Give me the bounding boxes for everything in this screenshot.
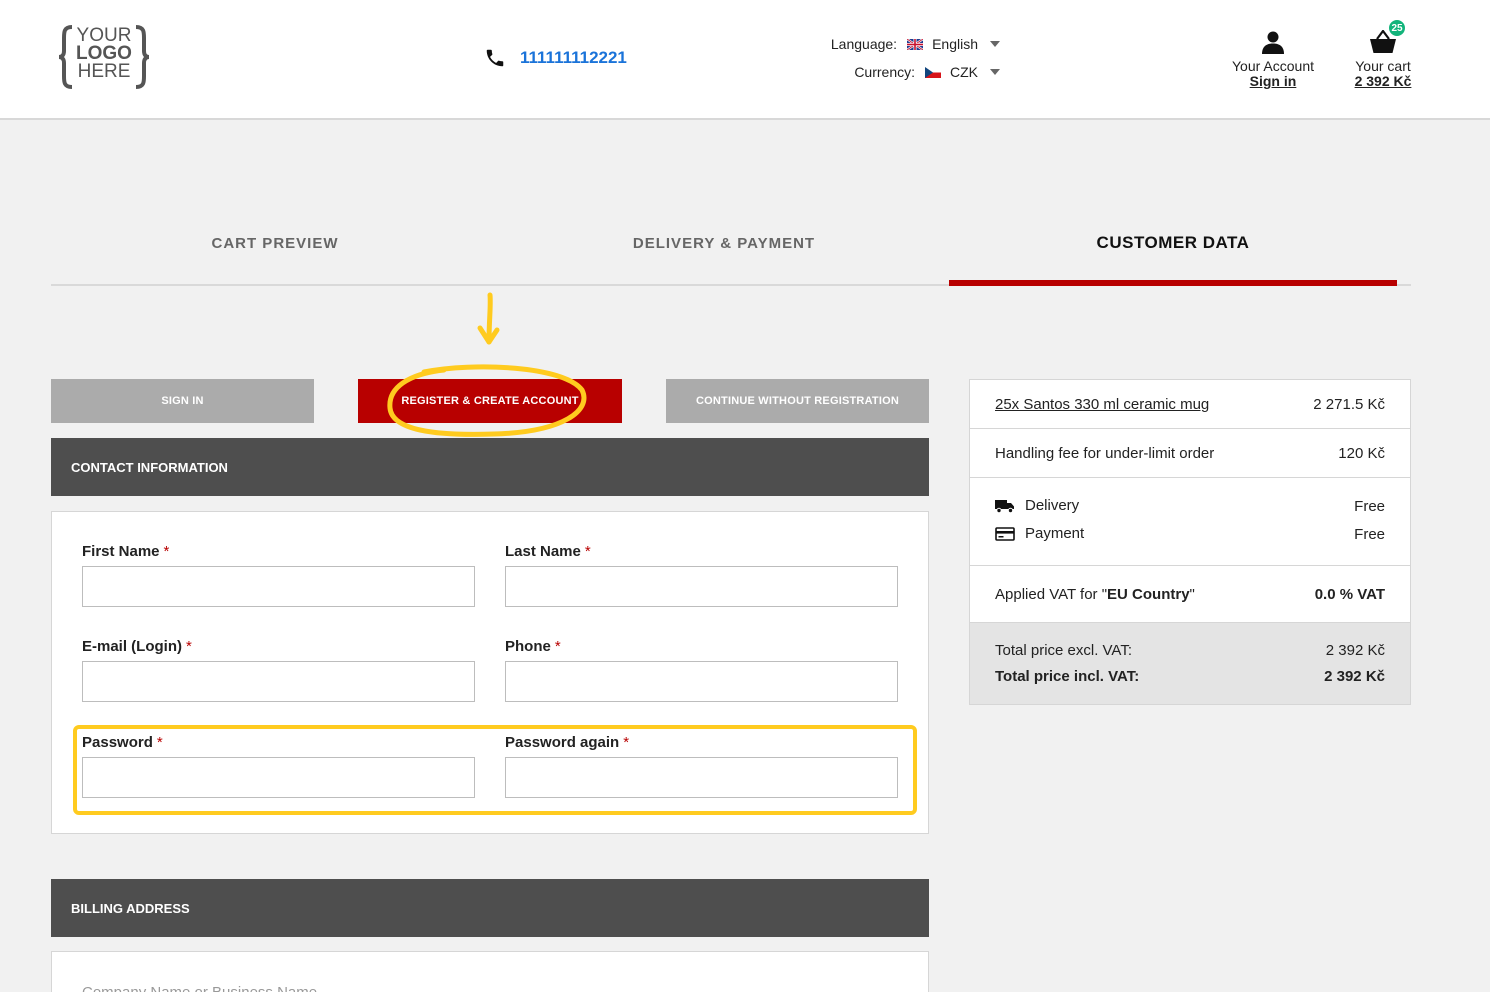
phone-number[interactable]: 111111112221 <box>520 48 627 68</box>
password-again-input[interactable] <box>505 757 898 798</box>
phone-icon <box>486 49 504 67</box>
annotation-ellipse-icon <box>387 364 587 437</box>
checkout-steps: CART PREVIEW DELIVERY & PAYMENT CUSTOMER… <box>51 226 1411 286</box>
phone-input[interactable] <box>505 661 898 702</box>
credit-card-icon <box>995 526 1015 541</box>
delivery-label: Delivery <box>1025 497 1080 514</box>
language-selector[interactable]: Language: English <box>831 36 1000 52</box>
last-name-label: Last Name * <box>505 543 591 560</box>
password-again-label-text: Password again <box>505 734 620 751</box>
billing-address-heading: BILLING ADDRESS <box>51 879 929 937</box>
email-input[interactable] <box>82 661 475 702</box>
last-name-input[interactable] <box>505 566 898 607</box>
password-label: Password * <box>82 734 163 751</box>
sign-in-tab-button[interactable]: SIGN IN <box>51 379 314 423</box>
fee-label: Handling fee for under-limit order <box>995 445 1215 462</box>
cart-widget[interactable]: 25 Your cart 2 392 Kč <box>1350 19 1416 89</box>
logo-line-3: HERE <box>77 61 131 82</box>
total-incl-vat-label: Total price incl. VAT: <box>995 668 1140 685</box>
required-mark: * <box>163 543 170 560</box>
currency-value: CZK <box>950 64 978 80</box>
last-name-label-text: Last Name <box>505 543 581 560</box>
phone-label-text: Phone <box>505 638 551 655</box>
total-excl-vat-value: 2 392 Kč <box>1325 642 1385 659</box>
language-label: Language: <box>830 36 898 52</box>
required-mark: * <box>623 734 630 751</box>
required-mark: * <box>186 638 192 655</box>
annotation-arrow-icon <box>477 292 500 345</box>
email-label-text: E-mail (Login) <box>82 638 182 655</box>
currency-label: Currency: <box>854 64 915 80</box>
first-name-input[interactable] <box>82 566 475 607</box>
summary-totals-row: Total price excl. VAT: 2 392 Kč Total pr… <box>970 623 1410 704</box>
cz-flag-icon <box>925 66 941 78</box>
step-cart-preview[interactable]: CART PREVIEW <box>51 226 499 284</box>
vat-country: EU Country <box>1107 586 1190 603</box>
password-label-text: Password <box>82 734 153 751</box>
payment-label: Payment <box>1025 525 1085 542</box>
vat-label: Applied VAT for "EU Country" <box>995 586 1195 603</box>
logo-text: YOUR LOGO HERE <box>72 26 136 82</box>
total-excl-vat-label: Total price excl. VAT: <box>995 642 1132 659</box>
payment-value: Free <box>1354 526 1385 543</box>
summary-item-row: 25x Santos 330 ml ceramic mug 2 271.5 Kč <box>970 380 1410 429</box>
item-name-link[interactable]: 25x Santos 330 ml ceramic mug <box>995 396 1209 413</box>
site-header: YOUR LOGO HERE 111111112221 Language: En… <box>0 0 1490 120</box>
sign-in-link[interactable]: Sign in <box>1226 74 1320 89</box>
fee-price: 120 Kč <box>1338 445 1385 462</box>
password-again-label: Password again * <box>505 734 629 751</box>
cart-total-link[interactable]: 2 392 Kč <box>1350 74 1416 89</box>
cart-count-badge: 25 <box>1388 19 1406 37</box>
required-mark: * <box>554 638 561 655</box>
item-price: 2 271.5 Kč <box>1313 396 1385 413</box>
first-name-label-text: First Name <box>82 543 160 560</box>
cart-label: Your cart <box>1355 58 1411 74</box>
currency-selector[interactable]: Currency: CZK <box>854 64 1000 80</box>
delivery-value: Free <box>1354 498 1385 515</box>
language-chevron-down-icon <box>990 41 1000 47</box>
uk-flag-icon <box>907 38 924 50</box>
required-mark: * <box>584 543 591 560</box>
vat-value: 0.0 % VAT <box>1314 586 1385 603</box>
step-customer-data[interactable]: CUSTOMER DATA <box>949 226 1397 286</box>
summary-shipping-row: Delivery Free Payment Free <box>970 478 1410 566</box>
contact-form: First Name * Last Name * E-mail (Login) * P… <box>51 511 929 834</box>
guest-checkout-tab-button[interactable]: CONTINUE WITHOUT REGISTRATION <box>666 379 929 423</box>
company-name-label: Company Name or Business Name <box>82 984 317 992</box>
contact-information-heading: CONTACT INFORMATION <box>51 438 929 496</box>
order-summary: 25x Santos 330 ml ceramic mug 2 271.5 Kč… <box>969 379 1411 705</box>
delivery-line: Delivery <box>995 497 1079 514</box>
phone-label: Phone * <box>505 638 561 655</box>
currency-chevron-down-icon <box>990 69 1000 75</box>
billing-form: Company Name or Business Name <box>51 951 929 992</box>
vat-suffix: " <box>1189 586 1195 603</box>
account-widget[interactable]: Your Account Sign in <box>1226 30 1320 89</box>
total-incl-vat-value: 2 392 Kč <box>1324 668 1385 685</box>
user-icon <box>1262 31 1284 54</box>
email-label: E-mail (Login) * <box>82 638 192 655</box>
step-delivery-payment[interactable]: DELIVERY & PAYMENT <box>500 226 948 284</box>
language-value: English <box>932 36 978 52</box>
payment-line: Payment <box>995 525 1084 542</box>
required-mark: * <box>156 734 163 751</box>
phone-contact[interactable]: 111111112221 <box>484 47 627 69</box>
summary-fee-row: Handling fee for under-limit order 120 K… <box>970 429 1410 478</box>
account-label: Your Account <box>1232 58 1314 74</box>
summary-vat-row: Applied VAT for "EU Country" 0.0 % VAT <box>970 566 1410 623</box>
site-logo[interactable]: YOUR LOGO HERE <box>58 24 150 90</box>
vat-prefix: Applied VAT for " <box>995 586 1108 603</box>
password-input[interactable] <box>82 757 475 798</box>
first-name-label: First Name * <box>82 543 169 560</box>
truck-icon <box>995 499 1014 513</box>
